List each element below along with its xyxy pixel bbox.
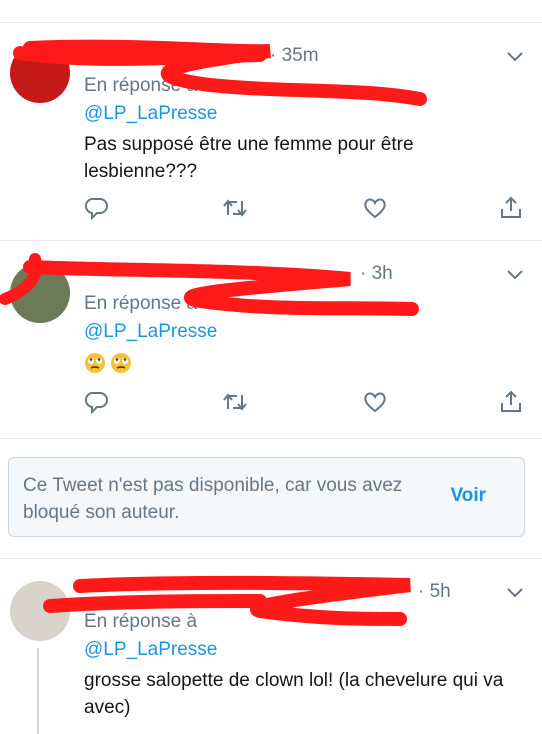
- reply-icon[interactable]: [84, 195, 110, 221]
- mention-link[interactable]: @LP_LaPresse: [84, 639, 217, 661]
- chevron-down-icon[interactable]: [506, 51, 524, 63]
- reply-context: En réponse à: [84, 611, 198, 632]
- tweet-text: Pas supposé être une femme pour être les…: [84, 134, 414, 182]
- eye-roll-emoji-icon: [85, 352, 105, 373]
- like-icon[interactable]: [362, 195, 388, 221]
- tweet-text: 🙄🙄: [84, 349, 524, 376]
- share-icon[interactable]: [498, 195, 524, 221]
- blocked-tweet-notice: Ce Tweet n'est pas disponible, car vous …: [8, 457, 525, 537]
- tweet-text: grosse salopette de clown lol! (la cheve…: [84, 670, 504, 718]
- avatar[interactable]: [10, 263, 70, 323]
- redaction-scribble: [13, 39, 427, 106]
- eye-roll-emoji-icon: [111, 352, 131, 373]
- avatar[interactable]: [10, 581, 70, 641]
- divider: [0, 438, 542, 439]
- chevron-down-icon[interactable]: [506, 269, 524, 281]
- tweet-timestamp[interactable]: · 3h: [360, 263, 393, 285]
- retweet-icon[interactable]: [222, 195, 248, 221]
- reply-context: En réponse à: [84, 75, 198, 96]
- tweet-actions: [84, 389, 524, 415]
- tweet-actions: [84, 195, 524, 221]
- share-icon[interactable]: [498, 389, 524, 415]
- mention-link[interactable]: @LP_LaPresse: [84, 321, 217, 343]
- avatar[interactable]: [10, 43, 70, 103]
- thread-line: [37, 648, 39, 734]
- chevron-down-icon[interactable]: [506, 587, 524, 599]
- tweet-timestamp[interactable]: · 5h: [418, 581, 451, 603]
- like-icon[interactable]: [362, 389, 388, 415]
- tweet-timestamp[interactable]: · 35m: [270, 45, 319, 67]
- mention-link[interactable]: @LP_LaPresse: [84, 103, 217, 125]
- view-button[interactable]: Voir: [450, 485, 486, 507]
- reply-icon[interactable]: [84, 389, 110, 415]
- tweet-2[interactable]: · 3h En réponse à @LP_LaPresse 🙄🙄: [0, 241, 542, 438]
- notice-message: Ce Tweet n'est pas disponible, car vous …: [23, 475, 403, 523]
- tweet-1[interactable]: · 35m En réponse à @LP_LaPresse Pas supp…: [0, 23, 542, 240]
- reply-context: En réponse à: [84, 293, 198, 314]
- retweet-icon[interactable]: [222, 389, 248, 415]
- tweet-3[interactable]: · 5h En réponse à @LP_LaPresse grosse sa…: [0, 559, 542, 734]
